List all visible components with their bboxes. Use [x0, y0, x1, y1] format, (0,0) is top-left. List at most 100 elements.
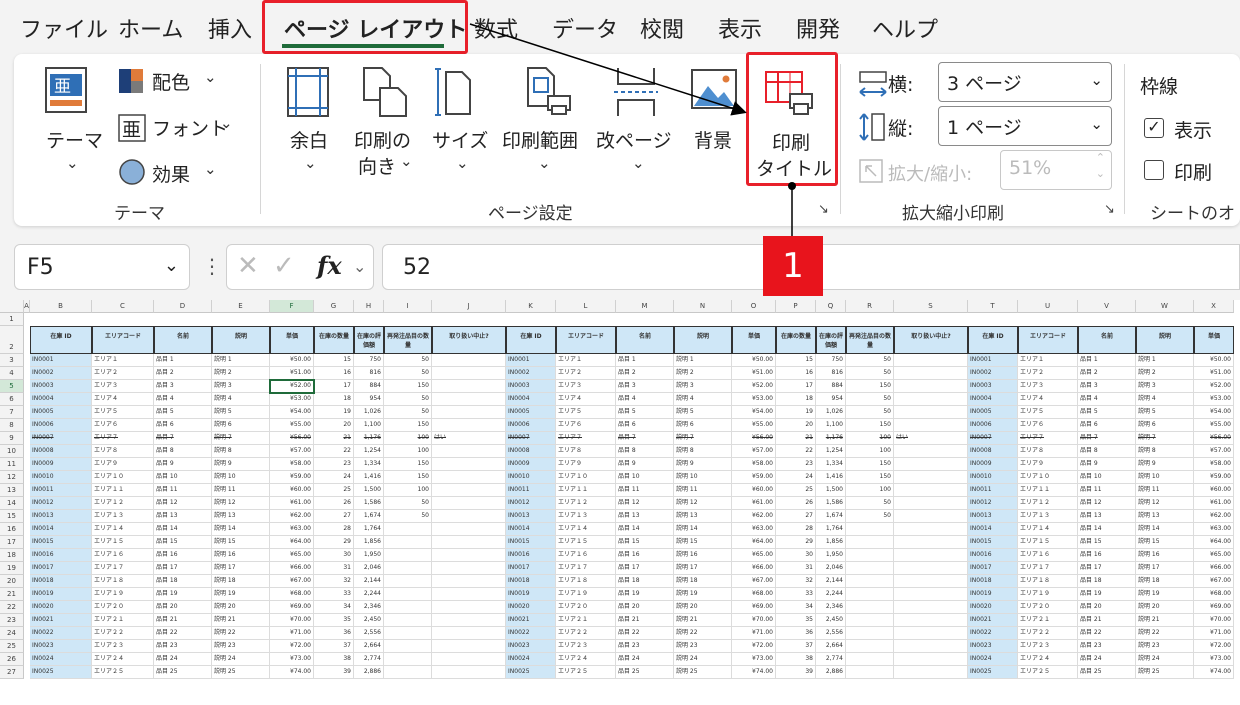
cell[interactable]: [846, 575, 894, 588]
row-header[interactable]: 26: [0, 653, 24, 666]
cell[interactable]: 品目 14: [1078, 523, 1136, 536]
row-header[interactable]: 27: [0, 666, 24, 679]
cell[interactable]: ¥66.00: [732, 562, 776, 575]
cell[interactable]: [894, 471, 968, 484]
cell[interactable]: IN0025: [506, 666, 556, 679]
tab-home[interactable]: ホーム: [118, 12, 183, 44]
cell[interactable]: エリア２: [1018, 367, 1078, 380]
cell[interactable]: 説明 4: [1136, 393, 1194, 406]
header-cell[interactable]: 在庫の数量: [776, 326, 816, 354]
cell[interactable]: エリア２１: [1018, 614, 1078, 627]
cell[interactable]: エリア１: [92, 354, 154, 367]
row-header[interactable]: 4: [0, 367, 24, 380]
cell[interactable]: [432, 445, 506, 458]
cell[interactable]: ¥52.00: [732, 380, 776, 393]
cell[interactable]: 17: [776, 380, 816, 393]
cell[interactable]: IN0009: [506, 458, 556, 471]
cell[interactable]: IN0006: [506, 419, 556, 432]
cell[interactable]: [894, 666, 968, 679]
cell[interactable]: 説明 12: [674, 497, 732, 510]
cell[interactable]: [432, 640, 506, 653]
cell[interactable]: エリア１１: [1018, 484, 1078, 497]
cell[interactable]: [432, 653, 506, 666]
header-cell[interactable]: 単価: [270, 326, 314, 354]
cell[interactable]: 説明 20: [674, 601, 732, 614]
cell[interactable]: IN0005: [30, 406, 92, 419]
cell[interactable]: 品目 4: [616, 393, 674, 406]
cell[interactable]: 品目 21: [1078, 614, 1136, 627]
cell[interactable]: 32: [776, 575, 816, 588]
cell[interactable]: エリア１４: [1018, 523, 1078, 536]
row-header[interactable]: 15: [0, 510, 24, 523]
cell[interactable]: 説明 19: [1136, 588, 1194, 601]
cell[interactable]: [846, 653, 894, 666]
cell[interactable]: 品目 7: [1078, 432, 1136, 445]
cell[interactable]: 1,674: [354, 510, 384, 523]
cell[interactable]: [846, 601, 894, 614]
cell[interactable]: 品目 10: [616, 471, 674, 484]
cell[interactable]: 説明 16: [212, 549, 270, 562]
cell[interactable]: 品目 22: [616, 627, 674, 640]
cell[interactable]: エリア１８: [92, 575, 154, 588]
cell[interactable]: エリア１６: [1018, 549, 1078, 562]
cell[interactable]: 説明 6: [674, 419, 732, 432]
row-header[interactable]: 5: [0, 380, 24, 393]
cell[interactable]: ¥59.00: [732, 471, 776, 484]
cell[interactable]: ¥51.00: [732, 367, 776, 380]
cell[interactable]: 100: [384, 432, 432, 445]
cell[interactable]: ¥70.00: [270, 614, 314, 627]
cell[interactable]: ¥61.00: [1194, 497, 1234, 510]
cell[interactable]: [432, 380, 506, 393]
cell[interactable]: 2,346: [816, 601, 846, 614]
cancel-icon[interactable]: ✕: [237, 251, 259, 281]
cell[interactable]: 説明 1: [674, 354, 732, 367]
cell[interactable]: IN0018: [506, 575, 556, 588]
cell[interactable]: 37: [776, 640, 816, 653]
header-cell[interactable]: 在庫の数量: [314, 326, 354, 354]
header-cell[interactable]: 単価: [732, 326, 776, 354]
cell[interactable]: 説明 11: [674, 484, 732, 497]
cell[interactable]: 品目 3: [616, 380, 674, 393]
cell[interactable]: 説明 25: [674, 666, 732, 679]
row-header[interactable]: 24: [0, 627, 24, 640]
cell[interactable]: IN0012: [506, 497, 556, 510]
cell[interactable]: IN0008: [968, 445, 1018, 458]
cell[interactable]: ¥61.00: [270, 497, 314, 510]
cell[interactable]: ¥72.00: [1194, 640, 1234, 653]
cell[interactable]: エリア２５: [556, 666, 616, 679]
cell[interactable]: エリア１: [556, 354, 616, 367]
cell[interactable]: [432, 484, 506, 497]
cell[interactable]: 説明 18: [212, 575, 270, 588]
cell[interactable]: エリア５: [92, 406, 154, 419]
cell[interactable]: ¥68.00: [732, 588, 776, 601]
cell[interactable]: 品目 4: [1078, 393, 1136, 406]
cell[interactable]: ¥70.00: [732, 614, 776, 627]
cell[interactable]: エリア１３: [92, 510, 154, 523]
cell[interactable]: 150: [846, 380, 894, 393]
cell[interactable]: ¥74.00: [1194, 666, 1234, 679]
cell[interactable]: 品目 25: [1078, 666, 1136, 679]
cell[interactable]: [432, 510, 506, 523]
cell[interactable]: 50: [846, 497, 894, 510]
cell[interactable]: [894, 393, 968, 406]
cell[interactable]: [432, 588, 506, 601]
header-cell[interactable]: エリアコード: [1018, 326, 1078, 354]
cell[interactable]: 1,334: [816, 458, 846, 471]
cell[interactable]: 説明 3: [212, 380, 270, 393]
cell[interactable]: 品目 18: [616, 575, 674, 588]
cell[interactable]: エリア１３: [1018, 510, 1078, 523]
cell[interactable]: ¥67.00: [732, 575, 776, 588]
cell[interactable]: 説明 6: [1136, 419, 1194, 432]
cell[interactable]: 品目 20: [1078, 601, 1136, 614]
cell[interactable]: 954: [816, 393, 846, 406]
cell[interactable]: IN0004: [506, 393, 556, 406]
cell[interactable]: ¥58.00: [732, 458, 776, 471]
cell[interactable]: 1,026: [354, 406, 384, 419]
cell[interactable]: ¥57.00: [1194, 445, 1234, 458]
cell[interactable]: 2,144: [354, 575, 384, 588]
cell[interactable]: 品目 16: [1078, 549, 1136, 562]
cell[interactable]: 150: [384, 419, 432, 432]
cell[interactable]: 品目 20: [616, 601, 674, 614]
width-select[interactable]: 3 ページ ⌄: [938, 62, 1112, 102]
cell[interactable]: 品目 23: [616, 640, 674, 653]
